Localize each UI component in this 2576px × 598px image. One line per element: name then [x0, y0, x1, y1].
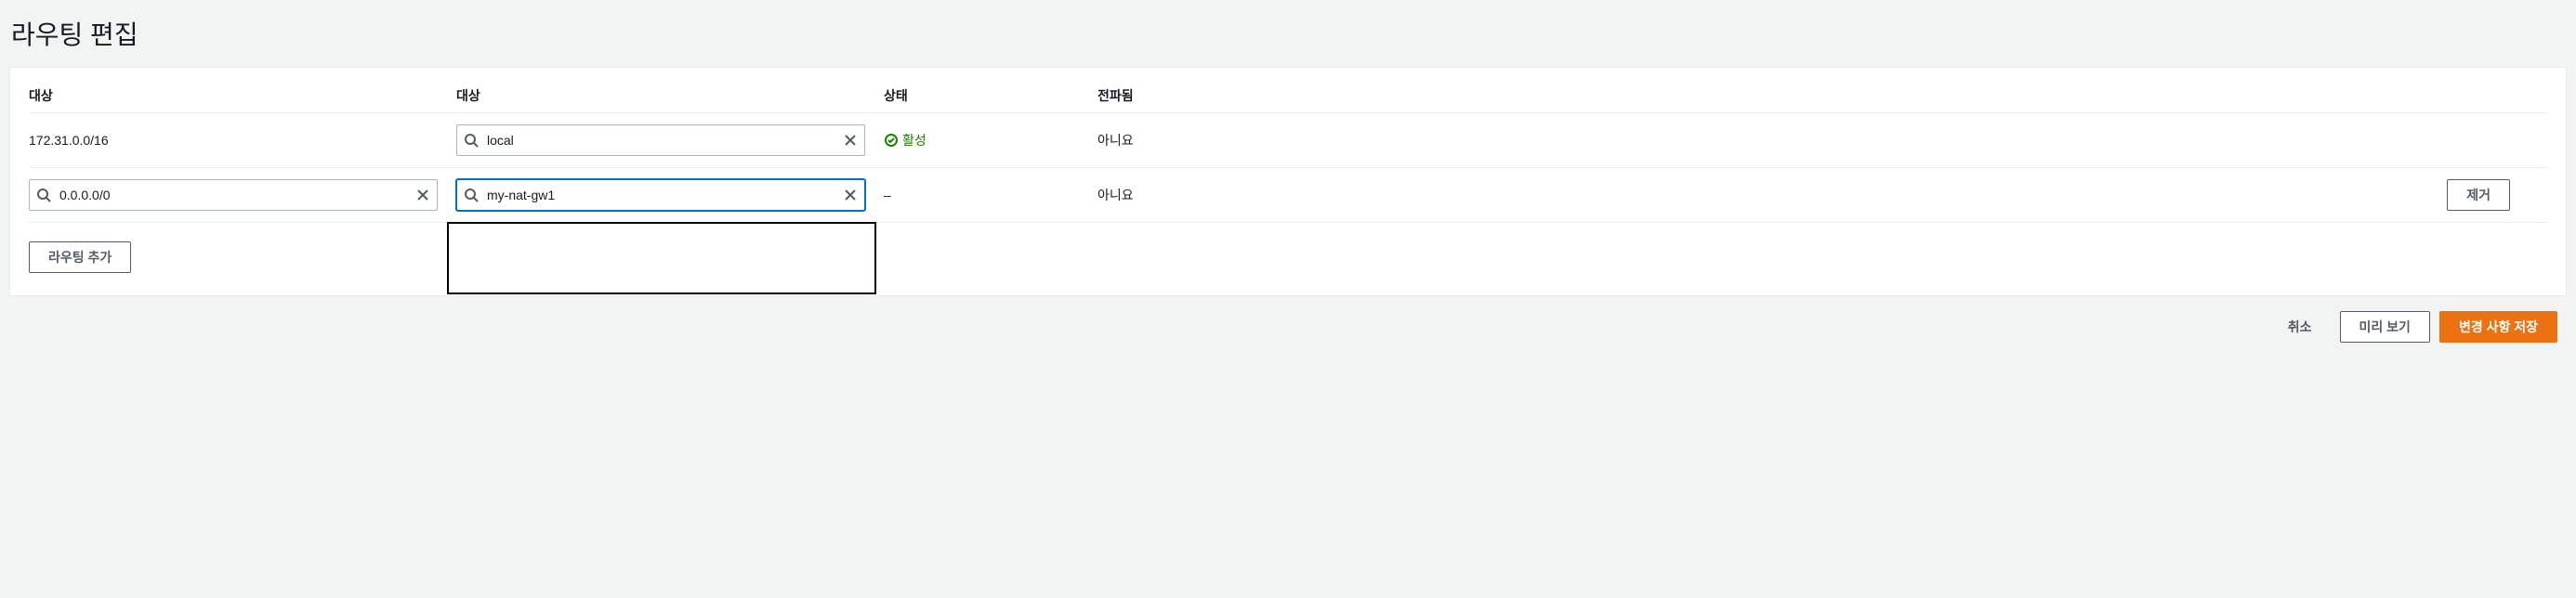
target-input[interactable]	[456, 179, 865, 211]
add-route-button[interactable]: 라우팅 추가	[29, 241, 131, 273]
cancel-button[interactable]: 취소	[2269, 312, 2331, 342]
target-dropdown[interactable]	[447, 222, 876, 294]
target-input[interactable]	[456, 124, 865, 156]
routes-panel: 대상 대상 상태 전파됨 172.31.0.0/16	[9, 67, 2567, 296]
header-propagated: 전파됨	[1097, 86, 1246, 105]
destination-input[interactable]	[29, 179, 438, 211]
close-icon[interactable]	[843, 133, 858, 148]
status-text: –	[884, 188, 891, 202]
close-icon[interactable]	[843, 188, 858, 202]
table-row: – 아니요 제거	[29, 168, 2547, 223]
target-input-wrap	[456, 179, 865, 211]
preview-button[interactable]: 미리 보기	[2340, 311, 2430, 343]
search-icon	[464, 133, 479, 148]
close-icon[interactable]	[415, 188, 430, 202]
status-badge: 활성	[884, 131, 1097, 150]
propagated-text: 아니요	[1097, 133, 1134, 148]
route-table: 대상 대상 상태 전파됨 172.31.0.0/16	[29, 86, 2547, 223]
table-header: 대상 대상 상태 전파됨	[29, 86, 2547, 113]
save-button[interactable]: 변경 사항 저장	[2439, 311, 2557, 343]
remove-button[interactable]: 제거	[2447, 179, 2510, 211]
destination-input-wrap	[29, 179, 438, 211]
search-icon	[36, 188, 51, 202]
target-input-wrap	[456, 124, 865, 156]
destination-text: 172.31.0.0/16	[29, 133, 109, 148]
footer-actions: 취소 미리 보기 변경 사항 저장	[9, 296, 2567, 343]
header-destination2: 대상	[456, 86, 884, 105]
page-title: 라우팅 편집	[9, 0, 2567, 67]
check-circle-icon	[884, 133, 899, 148]
propagated-text: 아니요	[1097, 188, 1134, 202]
search-icon	[464, 188, 479, 202]
status-text: 활성	[902, 131, 927, 150]
header-status: 상태	[884, 86, 1097, 105]
table-row: 172.31.0.0/16	[29, 113, 2547, 168]
header-destination1: 대상	[29, 86, 456, 105]
